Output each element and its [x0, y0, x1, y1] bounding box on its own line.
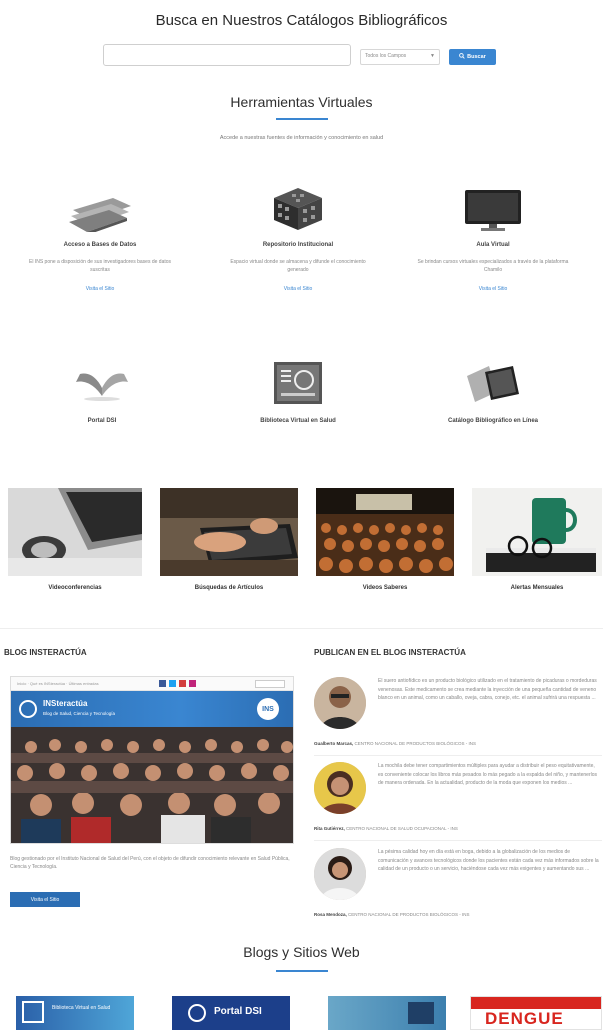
- institutional-tile[interactable]: [328, 996, 446, 1030]
- tool-name: Acceso a Bases de Datos: [63, 242, 137, 248]
- title-underline: [276, 118, 328, 120]
- tool-name: Repositorio Institucional: [262, 242, 334, 248]
- tools-subtitle: Accede a nuestras fuentes de información…: [219, 135, 384, 141]
- tool-repository[interactable]: Repositorio Institucional Espacio virtua…: [208, 186, 388, 292]
- bvs-logo-icon: [22, 1001, 44, 1023]
- social-icons: [159, 680, 196, 687]
- post-separator: [314, 755, 602, 756]
- blog-search-box: [255, 680, 285, 688]
- blog-visit-button[interactable]: Visita el Sitio: [10, 892, 80, 907]
- monitor-icon: [463, 190, 523, 232]
- ins-badge-icon: [19, 700, 37, 718]
- blog-nav-text: Inicio · Qué es INSteractúa · Últimas en…: [17, 681, 99, 686]
- government-banner: [471, 997, 601, 1009]
- tool-virtual-classroom[interactable]: Aula Virtual Se brindan cursos virtuales…: [403, 190, 583, 292]
- post-excerpt: La pésima calidad hoy en día está en bog…: [378, 849, 599, 872]
- blog-post[interactable]: La mochila debe tener compartimientos mú…: [314, 762, 602, 852]
- tool-description: Se brindan cursos virtuales especializad…: [417, 259, 569, 273]
- tile-label: Portal DSI: [214, 1006, 262, 1017]
- portal-dsi-tile[interactable]: Portal DSI: [172, 996, 290, 1030]
- author-org: CENTRO NACIONAL DE SALUD OCUPACIONAL - I…: [346, 826, 458, 831]
- photo-label[interactable]: Videoconferencias: [8, 585, 142, 591]
- section-divider: [0, 628, 603, 629]
- tile-label: DENGUE: [485, 1009, 564, 1028]
- open-book-icon: [74, 366, 130, 402]
- title-underline: [276, 970, 328, 972]
- author-avatar: [314, 762, 366, 814]
- chevron-down-icon: ▼: [430, 53, 435, 59]
- blog-banner: INSteractúa Blog de Salud, Ciencia y Tec…: [11, 691, 293, 727]
- bvs-logo-icon: [274, 362, 322, 404]
- photo-label[interactable]: Videos Saberes: [316, 585, 454, 591]
- monthly-alerts-photo[interactable]: [472, 488, 602, 576]
- database-books-icon: [65, 188, 135, 235]
- blog-screenshot[interactable]: Inicio · Qué es INSteractúa · Últimas en…: [10, 676, 294, 844]
- post-separator: [314, 840, 602, 841]
- search-icon: [459, 53, 465, 61]
- repository-cube-icon: [272, 186, 324, 232]
- search-button-label: Buscar: [467, 54, 486, 60]
- author-org: CENTRO NACIONAL DE PRODUCTOS BIOLÓGICOS …: [348, 912, 470, 917]
- bvs-tile[interactable]: Biblioteca Virtual en Salud: [16, 996, 134, 1030]
- videos-saberes-photo[interactable]: [316, 488, 454, 576]
- tool-bvs[interactable]: Biblioteca Virtual en Salud: [208, 362, 388, 424]
- visit-site-link[interactable]: Visita el Sitio: [10, 286, 190, 292]
- building-icon: [408, 1002, 434, 1024]
- post-author: Gualberto Marcas, CENTRO NACIONAL DE PRO…: [314, 741, 602, 746]
- tools-section-title: Herramientas Virtuales: [230, 94, 373, 110]
- author-name: Gualberto Marcas,: [314, 741, 354, 746]
- search-input[interactable]: [103, 44, 351, 66]
- visit-site-link[interactable]: Visita el Sitio: [208, 286, 388, 292]
- post-excerpt: El suero antiofídico es un producto biol…: [378, 678, 597, 701]
- tool-name: Aula Virtual: [476, 242, 510, 248]
- portal-dsi-logo-icon: [188, 1004, 206, 1022]
- dengue-tile[interactable]: DENGUE: [470, 996, 602, 1030]
- author-avatar: [314, 677, 366, 729]
- search-field-select[interactable]: Todos los Campos ▼: [360, 49, 440, 65]
- post-author: Rita Gutiérrez, CENTRO NACIONAL DE SALUD…: [314, 826, 602, 831]
- tool-description: El INS pone a disposición de sus investi…: [28, 259, 172, 273]
- ins-logo: INS: [257, 698, 279, 720]
- author-avatar: [314, 848, 366, 900]
- search-button[interactable]: Buscar: [449, 49, 496, 65]
- visit-site-link[interactable]: Visita el Sitio: [403, 286, 583, 292]
- tool-description: Espacio virtual donde se almacena y difu…: [230, 259, 366, 273]
- blog-heading: BLOG INSTERACTÚA: [4, 648, 87, 657]
- tablet-icon: [463, 362, 523, 404]
- photo-label[interactable]: Alertas Mensuales: [472, 585, 602, 591]
- author-name: Rosa Mendoza,: [314, 912, 347, 917]
- tool-databases[interactable]: Acceso a Bases de Datos El INS pone a di…: [10, 188, 190, 292]
- post-excerpt: La mochila debe tener compartimientos mú…: [378, 763, 598, 786]
- search-title: Busca en Nuestros Catálogos Bibliográfic…: [155, 12, 448, 29]
- conference-audience-photo: [11, 727, 293, 843]
- tool-name: Biblioteca Virtual en Salud: [260, 418, 336, 424]
- blog-post[interactable]: El suero antiofídico es un producto biol…: [314, 677, 602, 767]
- photo-label[interactable]: Búsquedas de Artículos: [160, 585, 298, 591]
- select-value: Todos los Campos: [365, 53, 407, 59]
- tool-name: Portal DSI: [87, 418, 117, 424]
- blog-banner-title: INSteractúa: [43, 699, 88, 708]
- blog-nav-bar: Inicio · Qué es INSteractúa · Últimas en…: [11, 677, 293, 691]
- article-search-photo[interactable]: [160, 488, 298, 576]
- tile-label: Biblioteca Virtual en Salud: [52, 1005, 111, 1011]
- tool-online-catalog[interactable]: Catálogo Bibliográfico en Línea: [403, 362, 583, 424]
- videoconference-photo[interactable]: [8, 488, 142, 576]
- blog-post[interactable]: La pésima calidad hoy en día está en bog…: [314, 848, 602, 938]
- tool-name: Catálogo Bibliográfico en Línea: [447, 418, 538, 424]
- post-author: Rosa Mendoza, CENTRO NACIONAL DE PRODUCT…: [314, 912, 602, 917]
- blog-banner-subtitle: Blog de Salud, Ciencia y Tecnología: [43, 711, 115, 716]
- tool-portal-dsi[interactable]: Portal DSI: [12, 366, 192, 424]
- author-name: Rita Gutiérrez,: [314, 826, 345, 831]
- author-org: CENTRO NACIONAL DE PRODUCTOS BIOLÓGICOS …: [354, 741, 477, 746]
- blogs-section-title: Blogs y Sitios Web: [243, 944, 360, 960]
- blog-description: Blog gestionado por el Instituto Naciona…: [10, 856, 290, 870]
- publican-heading: PUBLICAN EN EL BLOG INSTERACTÚA: [314, 648, 466, 657]
